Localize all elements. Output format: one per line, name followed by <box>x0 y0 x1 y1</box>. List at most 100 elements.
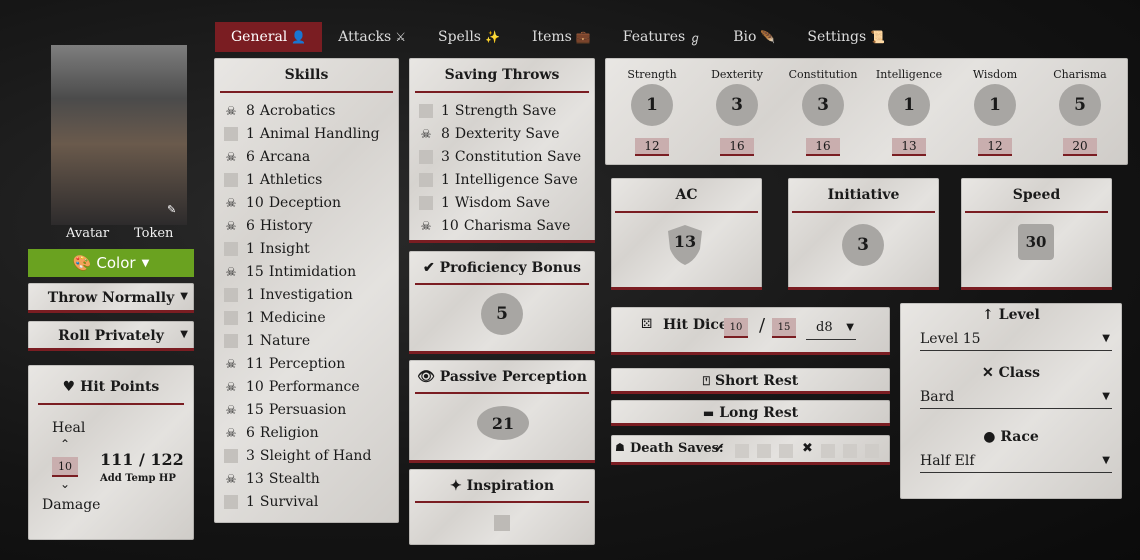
skill-row[interactable]: ☠ 15 Persuasion <box>224 400 347 420</box>
save-row[interactable]: 1 Intelligence Save <box>419 170 578 190</box>
tab-spells[interactable]: Spells ✨ <box>422 22 516 52</box>
ability-modifier[interactable]: 5 <box>1059 84 1101 126</box>
death-save-fail-2[interactable] <box>843 444 857 458</box>
save-row[interactable]: ☠ 10 Charisma Save <box>419 216 571 236</box>
empty-checkbox[interactable] <box>224 173 238 187</box>
add-temp-hp[interactable]: Add Temp HP <box>100 473 176 484</box>
race-select[interactable]: Half Elf ▼ <box>920 449 1112 473</box>
ability-score-input[interactable]: 12 <box>635 138 669 156</box>
ability-score-input[interactable]: 16 <box>806 138 840 156</box>
skull-icon[interactable]: ☠ <box>224 219 238 233</box>
skull-icon[interactable]: ☠ <box>224 150 238 164</box>
skull-icon[interactable]: ☠ <box>224 196 238 210</box>
skill-row[interactable]: 1 Medicine <box>224 308 326 328</box>
save-row[interactable]: ☠ 8 Dexterity Save <box>419 124 560 144</box>
save-row[interactable]: 3 Constitution Save <box>419 147 581 167</box>
empty-checkbox[interactable] <box>224 495 238 509</box>
skull-icon[interactable]: ☠ <box>224 426 238 440</box>
token-label[interactable]: Token <box>134 226 173 241</box>
skill-row[interactable]: 1 Nature <box>224 331 310 351</box>
skill-row[interactable]: ☠ 15 Intimidation <box>224 262 356 282</box>
empty-checkbox[interactable] <box>419 104 433 118</box>
skill-row[interactable]: ☠ 8 Acrobatics <box>224 101 336 121</box>
inspiration-checkbox[interactable] <box>494 515 510 531</box>
level-class-race-panel: ↑ Level Level 15 ▼ ✕ Class Bard ▼ ● Race H… <box>900 303 1122 499</box>
skill-name: Perception <box>268 356 346 372</box>
long-rest-button[interactable]: ▬ Long Rest <box>611 400 890 426</box>
death-save-success-2[interactable] <box>757 444 771 458</box>
skull-icon[interactable]: ☠ <box>419 219 433 233</box>
skill-row[interactable]: 1 Animal Handling <box>224 124 380 144</box>
skill-row[interactable]: 1 Survival <box>224 492 318 512</box>
class-select[interactable]: Bard ▼ <box>920 385 1112 409</box>
skill-row[interactable]: ☠ 13 Stealth <box>224 469 320 489</box>
tab-bio[interactable]: Bio 🪶 <box>717 22 791 52</box>
death-save-success-1[interactable] <box>735 444 749 458</box>
ability-modifier[interactable]: 3 <box>716 84 758 126</box>
skull-icon[interactable]: ☠ <box>419 127 433 141</box>
throw-mode-select[interactable]: Throw Normally ▼ <box>28 283 194 313</box>
ability-score-input[interactable]: 20 <box>1063 138 1097 156</box>
hit-dice-max-input[interactable]: 15 <box>772 318 796 338</box>
feature-icon: ℊ <box>689 30 702 45</box>
skill-row[interactable]: 1 Athletics <box>224 170 322 190</box>
ability-score-input[interactable]: 16 <box>720 138 754 156</box>
skill-row[interactable]: 1 Insight <box>224 239 310 259</box>
avatar-label[interactable]: Avatar <box>66 226 109 241</box>
ability-score-input[interactable]: 13 <box>892 138 926 156</box>
tab-items[interactable]: Items 💼 <box>516 22 607 52</box>
skill-row[interactable]: ☠ 10 Performance <box>224 377 360 397</box>
skill-row[interactable]: ☠ 6 History <box>224 216 313 236</box>
save-row[interactable]: 1 Strength Save <box>419 101 556 121</box>
empty-checkbox[interactable] <box>224 127 238 141</box>
ability-modifier[interactable]: 3 <box>802 84 844 126</box>
hit-die-select[interactable]: d8 ▼ <box>806 316 856 340</box>
skill-value: 15 <box>246 402 264 418</box>
ability-modifier[interactable]: 1 <box>631 84 673 126</box>
skull-icon[interactable]: ☠ <box>224 104 238 118</box>
tab-general[interactable]: General 👤 <box>215 22 323 52</box>
skill-row[interactable]: ☠ 11 Perception <box>224 354 346 374</box>
empty-checkbox[interactable] <box>224 288 238 302</box>
empty-checkbox[interactable] <box>224 334 238 348</box>
edit-icon[interactable]: ✎ <box>167 203 179 216</box>
ability-modifier[interactable]: 1 <box>888 84 930 126</box>
ability-score-input[interactable]: 12 <box>978 138 1012 156</box>
empty-checkbox[interactable] <box>419 150 433 164</box>
skull-icon[interactable]: ☠ <box>224 357 238 371</box>
death-save-fail-3[interactable] <box>865 444 879 458</box>
short-rest-button[interactable]: ⍞ Short Rest <box>611 368 890 394</box>
tab-attacks[interactable]: Attacks ⚔ <box>322 22 422 52</box>
empty-checkbox[interactable] <box>224 311 238 325</box>
tab-settings[interactable]: Settings 📜 <box>791 22 901 52</box>
skull-icon[interactable]: ☠ <box>224 265 238 279</box>
ability-name: Wisdom <box>972 68 1018 81</box>
death-save-fail-1[interactable] <box>821 444 835 458</box>
empty-checkbox[interactable] <box>224 242 238 256</box>
skill-row[interactable]: 3 Sleight of Hand <box>224 446 371 466</box>
save-row[interactable]: 1 Wisdom Save <box>419 193 550 213</box>
empty-checkbox[interactable] <box>419 173 433 187</box>
skull-icon[interactable]: ☠ <box>224 380 238 394</box>
death-save-success-3[interactable] <box>779 444 793 458</box>
proficiency-bonus-panel: ✔ Proficiency Bonus 5 <box>409 251 595 354</box>
skill-row[interactable]: ☠ 6 Arcana <box>224 147 311 167</box>
skull-icon[interactable]: ☠ <box>224 403 238 417</box>
tab-features[interactable]: Features ℊ <box>607 22 717 52</box>
hit-dice-current-input[interactable]: 10 <box>724 318 748 338</box>
chevron-down-icon[interactable]: ⌄ <box>60 477 70 491</box>
hp-step-input[interactable]: 10 <box>52 457 78 477</box>
color-button[interactable]: 🎨 Color ▼ <box>28 249 194 277</box>
empty-checkbox[interactable] <box>224 449 238 463</box>
skill-row[interactable]: ☠ 10 Deception <box>224 193 341 213</box>
level-select[interactable]: Level 15 ▼ <box>920 327 1112 351</box>
skill-row[interactable]: 1 Investigation <box>224 285 353 305</box>
skull-icon[interactable]: ☠ <box>224 472 238 486</box>
empty-checkbox[interactable] <box>419 196 433 210</box>
chevron-up-icon[interactable]: ⌃ <box>60 437 70 451</box>
avatar[interactable]: ✎ <box>51 45 187 225</box>
skill-row[interactable]: ☠ 6 Religion <box>224 423 319 443</box>
ability-modifier[interactable]: 1 <box>974 84 1016 126</box>
skill-value: 1 <box>246 126 255 142</box>
roll-mode-select[interactable]: Roll Privately ▼ <box>28 321 194 351</box>
